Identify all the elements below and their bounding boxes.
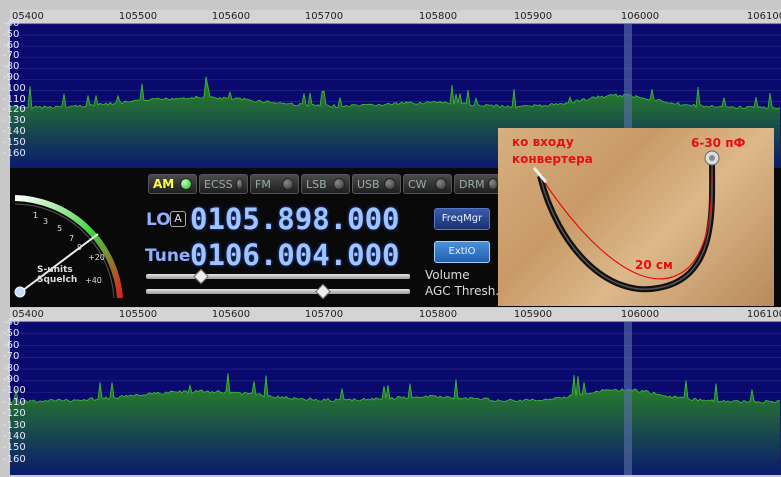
db-tick: -160	[3, 147, 26, 159]
smeter-scale: 5	[57, 224, 62, 233]
mode-fm-button[interactable]: FM	[250, 174, 299, 194]
smeter-mode-label: S-units	[37, 265, 73, 275]
volume-slider[interactable]	[146, 268, 410, 285]
freq-tick: 105800	[418, 309, 458, 320]
bottom-spectrum-plot[interactable]	[10, 322, 781, 475]
mode-led-icon	[180, 178, 192, 190]
freq-tick: 105700	[304, 11, 344, 22]
mode-led-icon	[435, 178, 447, 190]
mode-usb-button[interactable]: USB	[352, 174, 401, 194]
freq-tick: 105700	[304, 309, 344, 320]
db-tick: -40	[3, 317, 20, 328]
freqmgr-button[interactable]: FreqMgr	[434, 208, 490, 230]
annotation-length: 20 см	[635, 258, 673, 272]
freq-tick: 106000	[620, 309, 660, 320]
cable-photo: ко входу конвертера 6-30 пФ 20 см	[498, 128, 774, 306]
tune-label: Tune	[145, 246, 191, 266]
smeter-scale: 1	[33, 211, 38, 220]
mode-led-icon	[487, 178, 498, 190]
freq-tick: 105500	[118, 309, 158, 320]
db-tick: -110	[3, 93, 26, 105]
db-tick: -100	[3, 385, 26, 397]
tuning-marker	[624, 322, 632, 475]
agc-slider-thumb[interactable]	[315, 283, 331, 300]
agc-threshold-label: AGC Thresh.	[425, 284, 500, 298]
db-tick: -140	[3, 431, 26, 442]
db-tick: -40	[3, 18, 20, 29]
db-tick: -120	[3, 408, 26, 420]
db-tick: -90	[3, 374, 20, 385]
bottom-frequency-axis: 05400 105500 105600 105700 105800 105900…	[10, 308, 781, 322]
db-tick: -110	[3, 396, 26, 408]
smeter-squelch-label: Squelch	[37, 275, 77, 285]
volume-label: Volume	[425, 268, 470, 282]
mode-am-button[interactable]: AM	[148, 174, 197, 194]
freq-tick: 106100	[746, 11, 781, 22]
db-tick: -150	[3, 442, 26, 454]
db-tick: -70	[3, 351, 20, 363]
db-tick: -130	[3, 115, 26, 127]
db-tick: -100	[3, 82, 26, 94]
freq-tick: 105500	[118, 11, 158, 22]
mode-label: AM	[153, 177, 175, 191]
smeter-scale: 9	[77, 243, 82, 252]
db-tick: -150	[3, 136, 26, 148]
annotation-converter-input: ко входу конвертера	[512, 135, 593, 166]
mode-ecss-button[interactable]: ECSS	[199, 174, 248, 194]
freq-tick: 105600	[211, 11, 251, 22]
mode-label: FM	[255, 177, 271, 191]
agc-threshold-slider[interactable]	[146, 283, 410, 300]
lo-a-badge[interactable]: A	[170, 211, 186, 227]
freq-tick: 105600	[211, 309, 251, 320]
db-tick: -60	[3, 39, 20, 51]
mode-cw-button[interactable]: CW	[403, 174, 452, 194]
freq-tick: 106100	[746, 309, 781, 320]
freq-tick: 105800	[418, 11, 458, 22]
mode-label: DRM	[459, 177, 485, 191]
db-tick: -50	[3, 28, 20, 40]
mode-selector: AM ECSS FM LSB USB CW DRM	[148, 174, 503, 194]
mode-label: USB	[357, 177, 380, 191]
tune-frequency-display[interactable]: 0106.004.000	[190, 238, 400, 272]
mode-label: LSB	[306, 177, 327, 191]
smeter-scale: +40	[85, 276, 102, 285]
s-meter: 1 3 5 7 9 +20 +40 S-units Squelch	[14, 195, 123, 299]
db-tick: -140	[3, 126, 26, 137]
db-tick: -60	[3, 339, 20, 351]
top-frequency-axis: 05400 105500 105600 105700 105800 105900…	[10, 10, 781, 24]
smeter-scale: 3	[43, 217, 48, 226]
db-tick: -90	[3, 72, 20, 83]
freq-tick: 105900	[513, 11, 553, 22]
mode-label: CW	[408, 177, 427, 191]
annotation-capacitor: 6-30 пФ	[691, 136, 746, 150]
mode-led-icon	[282, 178, 294, 190]
mode-drm-button[interactable]: DRM	[454, 174, 503, 194]
db-tick: -160	[3, 453, 26, 465]
db-tick: -50	[3, 328, 20, 340]
mode-led-icon	[384, 178, 396, 190]
mode-led-icon	[333, 178, 345, 190]
freq-tick: 105900	[513, 309, 553, 320]
freq-tick: 106000	[620, 11, 660, 22]
db-tick: -80	[3, 61, 20, 73]
mode-led-icon	[235, 178, 243, 190]
lo-label: LO	[146, 210, 171, 230]
smeter-scale: +20	[88, 253, 105, 262]
smeter-scale: 7	[69, 234, 74, 243]
spectrum-canvas[interactable]	[10, 322, 781, 475]
extio-button[interactable]: ExtIO	[434, 241, 490, 263]
lo-frequency-display[interactable]: 0105.898.000	[190, 202, 400, 236]
mode-lsb-button[interactable]: LSB	[301, 174, 350, 194]
db-tick: -130	[3, 419, 26, 431]
db-tick: -70	[3, 50, 20, 62]
db-tick: -120	[3, 104, 26, 116]
mode-label: ECSS	[204, 177, 233, 191]
db-tick: -80	[3, 362, 20, 374]
